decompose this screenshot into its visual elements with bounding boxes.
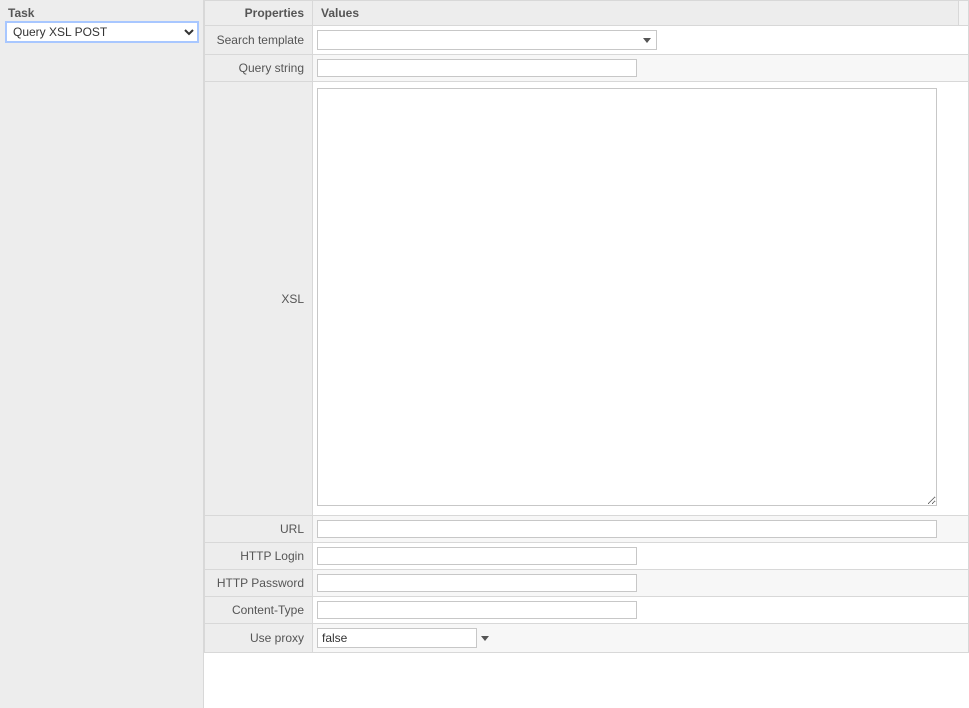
header-values: Values [313, 1, 959, 26]
http-login-input[interactable] [317, 547, 637, 565]
search-template-dropdown-button[interactable] [638, 31, 656, 49]
chevron-down-icon [481, 636, 489, 641]
label-use-proxy: Use proxy [205, 624, 313, 653]
http-password-input[interactable] [317, 574, 637, 592]
app-root: Task Query XSL POST Properties Values [0, 0, 969, 708]
xsl-textarea[interactable] [317, 88, 937, 506]
url-input[interactable] [317, 520, 937, 538]
sidebar: Task Query XSL POST [0, 0, 204, 708]
chevron-down-icon [643, 38, 651, 43]
use-proxy-input[interactable] [318, 629, 481, 647]
task-select[interactable]: Query XSL POST [6, 22, 198, 42]
content-type-input[interactable] [317, 601, 637, 619]
scroll-stub [959, 1, 969, 26]
search-template-combo[interactable] [317, 30, 657, 50]
property-sheet: Properties Values Search template [204, 0, 969, 708]
use-proxy-dropdown-button[interactable] [481, 629, 489, 647]
task-label: Task [8, 6, 197, 20]
property-table: Properties Values Search template [204, 0, 969, 653]
label-search-template: Search template [205, 26, 313, 55]
label-query-string: Query string [205, 55, 313, 82]
label-xsl: XSL [205, 82, 313, 516]
use-proxy-combo[interactable] [317, 628, 477, 648]
label-http-password: HTTP Password [205, 570, 313, 597]
query-string-input[interactable] [317, 59, 637, 77]
search-template-input[interactable] [318, 31, 638, 49]
header-properties: Properties [205, 1, 313, 26]
label-content-type: Content-Type [205, 597, 313, 624]
label-http-login: HTTP Login [205, 543, 313, 570]
label-url: URL [205, 516, 313, 543]
